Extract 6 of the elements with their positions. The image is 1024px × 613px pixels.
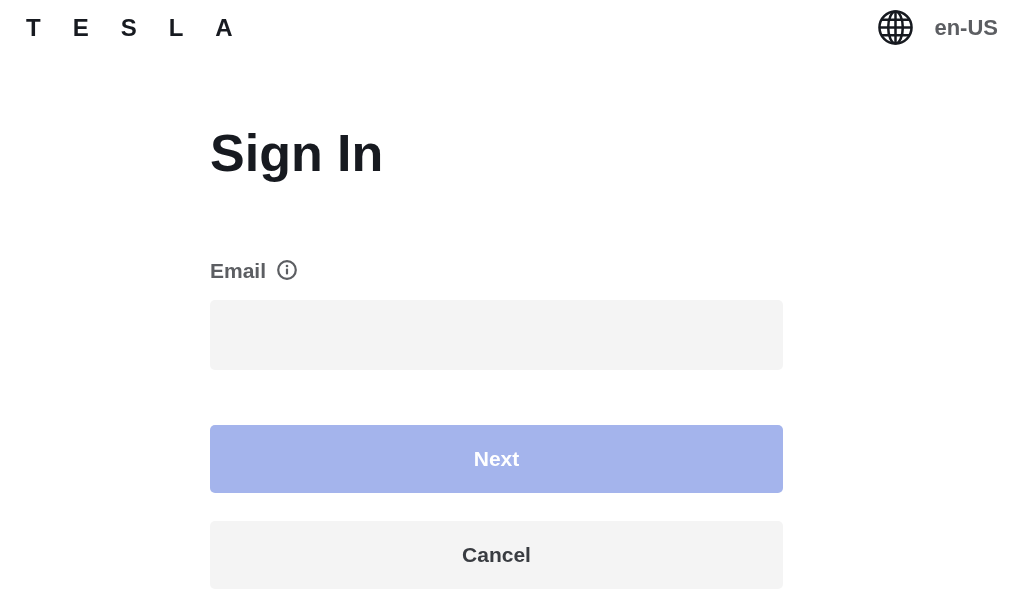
- language-selector[interactable]: en-US: [934, 16, 998, 39]
- info-icon[interactable]: [277, 260, 298, 280]
- globe-icon[interactable]: [878, 10, 914, 45]
- cancel-button[interactable]: Cancel: [210, 521, 783, 589]
- brand-logo[interactable]: TESLA: [26, 15, 234, 40]
- email-label: Email: [210, 259, 267, 281]
